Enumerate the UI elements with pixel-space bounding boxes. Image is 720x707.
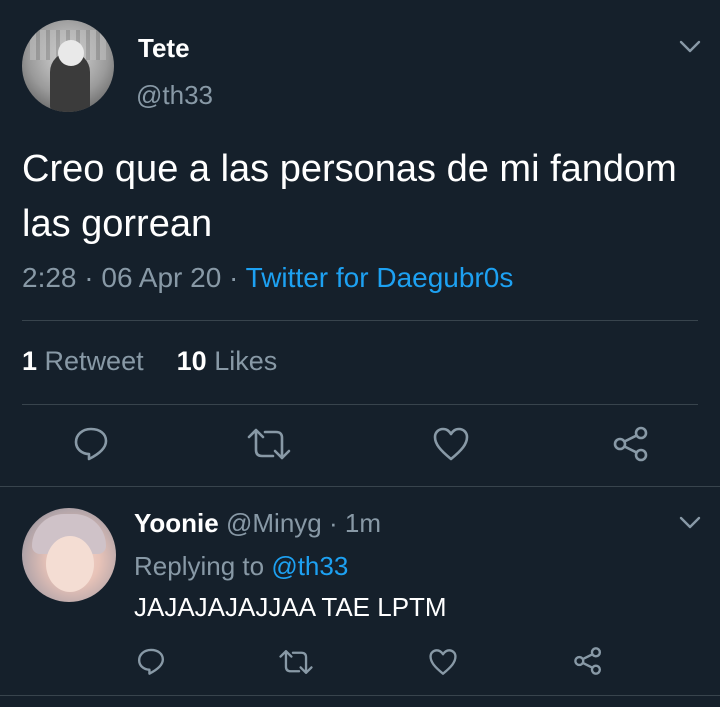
tweet-detail-screen: Tete @th33 Creo que a las personas de mi… bbox=[0, 0, 720, 707]
reply-handle[interactable]: @Minyg bbox=[226, 508, 322, 538]
tweet-date: 06 Apr 20 bbox=[101, 262, 222, 293]
meta-separator: · bbox=[84, 262, 94, 293]
retweet-label: Retweet bbox=[44, 346, 144, 376]
reply-header: Yoonie @Minyg · 1m bbox=[134, 508, 381, 539]
tweet-source-link[interactable]: Twitter for Daegubr0s bbox=[246, 262, 514, 293]
replying-to-mention[interactable]: @th33 bbox=[271, 551, 348, 581]
replying-to: Replying to @th33 bbox=[134, 551, 348, 582]
main-tweet: Tete @th33 Creo que a las personas de mi… bbox=[0, 0, 720, 487]
divider bbox=[22, 404, 698, 405]
reply-time: 1m bbox=[344, 508, 381, 538]
retweet-count: 1 bbox=[22, 346, 38, 376]
avatar[interactable] bbox=[22, 508, 116, 602]
avatar[interactable] bbox=[22, 20, 114, 112]
share-icon[interactable] bbox=[573, 646, 603, 676]
retweets-stat[interactable]: 1 Retweet bbox=[22, 346, 144, 376]
chevron-down-icon[interactable] bbox=[679, 40, 701, 54]
tweet-text: Creo que a las personas de mi fandom las… bbox=[22, 148, 677, 245]
comment-icon[interactable] bbox=[72, 424, 110, 462]
retweet-icon[interactable] bbox=[279, 648, 313, 676]
tweet-time: 2:28 bbox=[22, 262, 77, 293]
tweet-meta: 2:28 · 06 Apr 20 · Twitter for Daegubr0s bbox=[22, 262, 513, 294]
divider bbox=[0, 695, 720, 696]
like-label: Likes bbox=[214, 346, 278, 376]
reply-tweet[interactable]: Yoonie @Minyg · 1m Replying to @th33 JAJ… bbox=[0, 488, 720, 695]
replying-to-label: Replying to bbox=[134, 551, 265, 581]
like-count: 10 bbox=[176, 346, 207, 376]
comment-icon[interactable] bbox=[136, 646, 166, 676]
share-icon[interactable] bbox=[612, 425, 650, 463]
reply-display-name[interactable]: Yoonie bbox=[134, 508, 219, 538]
divider bbox=[22, 320, 698, 321]
likes-stat[interactable]: 10 Likes bbox=[177, 346, 278, 376]
chevron-down-icon[interactable] bbox=[679, 516, 701, 530]
meta-separator: · bbox=[328, 508, 338, 538]
meta-separator: · bbox=[229, 262, 239, 293]
author-handle[interactable]: @th33 bbox=[136, 80, 213, 111]
author-display-name[interactable]: Tete bbox=[138, 33, 190, 64]
retweet-icon[interactable] bbox=[247, 426, 291, 462]
reply-text: JAJAJAJAJJAA TAE LPTM bbox=[134, 592, 447, 622]
heart-icon[interactable] bbox=[428, 648, 458, 676]
heart-icon[interactable] bbox=[432, 426, 470, 462]
tweet-stats: 1 Retweet 10 Likes bbox=[22, 346, 277, 377]
